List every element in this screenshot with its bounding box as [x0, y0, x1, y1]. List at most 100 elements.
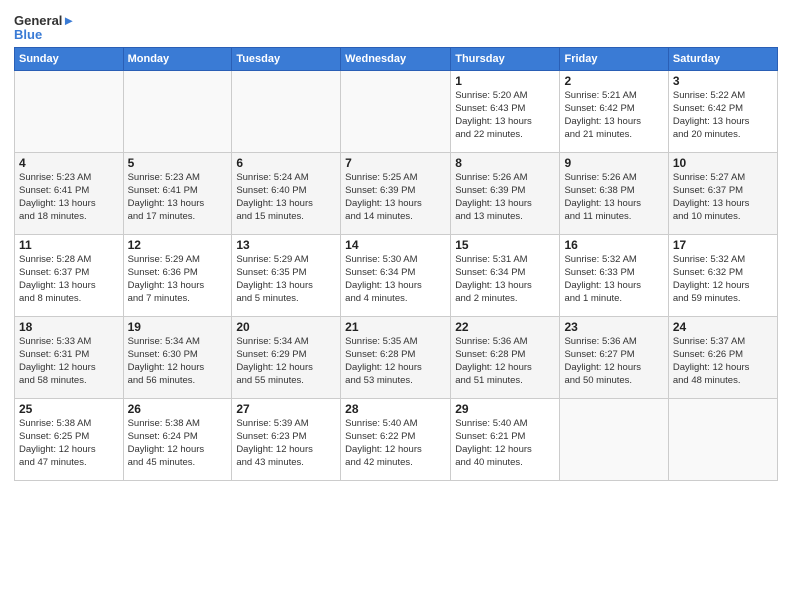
day-number: 25	[19, 402, 119, 416]
day-info: Sunrise: 5:33 AM Sunset: 6:31 PM Dayligh…	[19, 335, 119, 388]
calendar-cell: 22Sunrise: 5:36 AM Sunset: 6:28 PM Dayli…	[451, 316, 560, 398]
day-info: Sunrise: 5:36 AM Sunset: 6:27 PM Dayligh…	[564, 335, 663, 388]
weekday-header-thursday: Thursday	[451, 47, 560, 70]
day-number: 15	[455, 238, 555, 252]
day-info: Sunrise: 5:29 AM Sunset: 6:35 PM Dayligh…	[236, 253, 336, 306]
calendar-cell: 11Sunrise: 5:28 AM Sunset: 6:37 PM Dayli…	[15, 234, 124, 316]
calendar-cell: 23Sunrise: 5:36 AM Sunset: 6:27 PM Dayli…	[560, 316, 668, 398]
day-number: 11	[19, 238, 119, 252]
day-info: Sunrise: 5:34 AM Sunset: 6:30 PM Dayligh…	[128, 335, 228, 388]
day-info: Sunrise: 5:27 AM Sunset: 6:37 PM Dayligh…	[673, 171, 773, 224]
week-row-3: 11Sunrise: 5:28 AM Sunset: 6:37 PM Dayli…	[15, 234, 778, 316]
day-info: Sunrise: 5:26 AM Sunset: 6:39 PM Dayligh…	[455, 171, 555, 224]
calendar-cell: 4Sunrise: 5:23 AM Sunset: 6:41 PM Daylig…	[15, 152, 124, 234]
day-info: Sunrise: 5:26 AM Sunset: 6:38 PM Dayligh…	[564, 171, 663, 224]
calendar-cell	[232, 70, 341, 152]
calendar-cell: 14Sunrise: 5:30 AM Sunset: 6:34 PM Dayli…	[341, 234, 451, 316]
calendar-cell	[341, 70, 451, 152]
day-info: Sunrise: 5:37 AM Sunset: 6:26 PM Dayligh…	[673, 335, 773, 388]
logo: General► Blue	[14, 14, 75, 43]
day-info: Sunrise: 5:28 AM Sunset: 6:37 PM Dayligh…	[19, 253, 119, 306]
calendar-cell: 15Sunrise: 5:31 AM Sunset: 6:34 PM Dayli…	[451, 234, 560, 316]
day-info: Sunrise: 5:24 AM Sunset: 6:40 PM Dayligh…	[236, 171, 336, 224]
calendar-cell: 28Sunrise: 5:40 AM Sunset: 6:22 PM Dayli…	[341, 398, 451, 480]
week-row-5: 25Sunrise: 5:38 AM Sunset: 6:25 PM Dayli…	[15, 398, 778, 480]
day-info: Sunrise: 5:20 AM Sunset: 6:43 PM Dayligh…	[455, 89, 555, 142]
day-info: Sunrise: 5:40 AM Sunset: 6:21 PM Dayligh…	[455, 417, 555, 470]
week-row-4: 18Sunrise: 5:33 AM Sunset: 6:31 PM Dayli…	[15, 316, 778, 398]
day-number: 4	[19, 156, 119, 170]
header: General► Blue	[14, 10, 778, 43]
day-number: 3	[673, 74, 773, 88]
day-number: 24	[673, 320, 773, 334]
calendar-cell	[668, 398, 777, 480]
day-number: 1	[455, 74, 555, 88]
day-number: 16	[564, 238, 663, 252]
weekday-header-friday: Friday	[560, 47, 668, 70]
weekday-header-tuesday: Tuesday	[232, 47, 341, 70]
week-row-1: 1Sunrise: 5:20 AM Sunset: 6:43 PM Daylig…	[15, 70, 778, 152]
calendar-cell: 29Sunrise: 5:40 AM Sunset: 6:21 PM Dayli…	[451, 398, 560, 480]
calendar-cell: 12Sunrise: 5:29 AM Sunset: 6:36 PM Dayli…	[123, 234, 232, 316]
day-number: 2	[564, 74, 663, 88]
logo-text: General► Blue	[14, 14, 75, 43]
calendar-cell: 27Sunrise: 5:39 AM Sunset: 6:23 PM Dayli…	[232, 398, 341, 480]
weekday-header-wednesday: Wednesday	[341, 47, 451, 70]
calendar-table: SundayMondayTuesdayWednesdayThursdayFrid…	[14, 47, 778, 481]
calendar-cell: 3Sunrise: 5:22 AM Sunset: 6:42 PM Daylig…	[668, 70, 777, 152]
day-number: 22	[455, 320, 555, 334]
week-row-2: 4Sunrise: 5:23 AM Sunset: 6:41 PM Daylig…	[15, 152, 778, 234]
day-number: 14	[345, 238, 446, 252]
day-number: 5	[128, 156, 228, 170]
day-info: Sunrise: 5:31 AM Sunset: 6:34 PM Dayligh…	[455, 253, 555, 306]
weekday-header-monday: Monday	[123, 47, 232, 70]
calendar-cell	[123, 70, 232, 152]
day-number: 21	[345, 320, 446, 334]
day-number: 8	[455, 156, 555, 170]
calendar-cell: 18Sunrise: 5:33 AM Sunset: 6:31 PM Dayli…	[15, 316, 124, 398]
day-number: 20	[236, 320, 336, 334]
day-info: Sunrise: 5:34 AM Sunset: 6:29 PM Dayligh…	[236, 335, 336, 388]
calendar-cell: 13Sunrise: 5:29 AM Sunset: 6:35 PM Dayli…	[232, 234, 341, 316]
day-number: 12	[128, 238, 228, 252]
weekday-header-row: SundayMondayTuesdayWednesdayThursdayFrid…	[15, 47, 778, 70]
calendar-cell: 19Sunrise: 5:34 AM Sunset: 6:30 PM Dayli…	[123, 316, 232, 398]
day-number: 9	[564, 156, 663, 170]
calendar-cell: 6Sunrise: 5:24 AM Sunset: 6:40 PM Daylig…	[232, 152, 341, 234]
day-number: 23	[564, 320, 663, 334]
page-container: General► Blue SundayMondayTuesdayWednesd…	[0, 0, 792, 487]
day-number: 19	[128, 320, 228, 334]
calendar-cell: 17Sunrise: 5:32 AM Sunset: 6:32 PM Dayli…	[668, 234, 777, 316]
weekday-header-saturday: Saturday	[668, 47, 777, 70]
calendar-cell: 20Sunrise: 5:34 AM Sunset: 6:29 PM Dayli…	[232, 316, 341, 398]
day-number: 27	[236, 402, 336, 416]
day-info: Sunrise: 5:25 AM Sunset: 6:39 PM Dayligh…	[345, 171, 446, 224]
day-info: Sunrise: 5:38 AM Sunset: 6:25 PM Dayligh…	[19, 417, 119, 470]
calendar-cell: 25Sunrise: 5:38 AM Sunset: 6:25 PM Dayli…	[15, 398, 124, 480]
day-info: Sunrise: 5:39 AM Sunset: 6:23 PM Dayligh…	[236, 417, 336, 470]
calendar-cell: 16Sunrise: 5:32 AM Sunset: 6:33 PM Dayli…	[560, 234, 668, 316]
calendar-cell: 21Sunrise: 5:35 AM Sunset: 6:28 PM Dayli…	[341, 316, 451, 398]
calendar-cell: 1Sunrise: 5:20 AM Sunset: 6:43 PM Daylig…	[451, 70, 560, 152]
day-number: 28	[345, 402, 446, 416]
day-info: Sunrise: 5:22 AM Sunset: 6:42 PM Dayligh…	[673, 89, 773, 142]
day-info: Sunrise: 5:35 AM Sunset: 6:28 PM Dayligh…	[345, 335, 446, 388]
day-number: 7	[345, 156, 446, 170]
day-number: 6	[236, 156, 336, 170]
day-info: Sunrise: 5:21 AM Sunset: 6:42 PM Dayligh…	[564, 89, 663, 142]
day-info: Sunrise: 5:40 AM Sunset: 6:22 PM Dayligh…	[345, 417, 446, 470]
day-info: Sunrise: 5:23 AM Sunset: 6:41 PM Dayligh…	[19, 171, 119, 224]
calendar-cell: 8Sunrise: 5:26 AM Sunset: 6:39 PM Daylig…	[451, 152, 560, 234]
calendar-cell: 7Sunrise: 5:25 AM Sunset: 6:39 PM Daylig…	[341, 152, 451, 234]
calendar-cell: 24Sunrise: 5:37 AM Sunset: 6:26 PM Dayli…	[668, 316, 777, 398]
day-number: 18	[19, 320, 119, 334]
day-info: Sunrise: 5:38 AM Sunset: 6:24 PM Dayligh…	[128, 417, 228, 470]
day-number: 26	[128, 402, 228, 416]
day-info: Sunrise: 5:29 AM Sunset: 6:36 PM Dayligh…	[128, 253, 228, 306]
day-number: 29	[455, 402, 555, 416]
weekday-header-sunday: Sunday	[15, 47, 124, 70]
calendar-cell	[15, 70, 124, 152]
calendar-cell: 26Sunrise: 5:38 AM Sunset: 6:24 PM Dayli…	[123, 398, 232, 480]
day-info: Sunrise: 5:32 AM Sunset: 6:32 PM Dayligh…	[673, 253, 773, 306]
day-info: Sunrise: 5:36 AM Sunset: 6:28 PM Dayligh…	[455, 335, 555, 388]
